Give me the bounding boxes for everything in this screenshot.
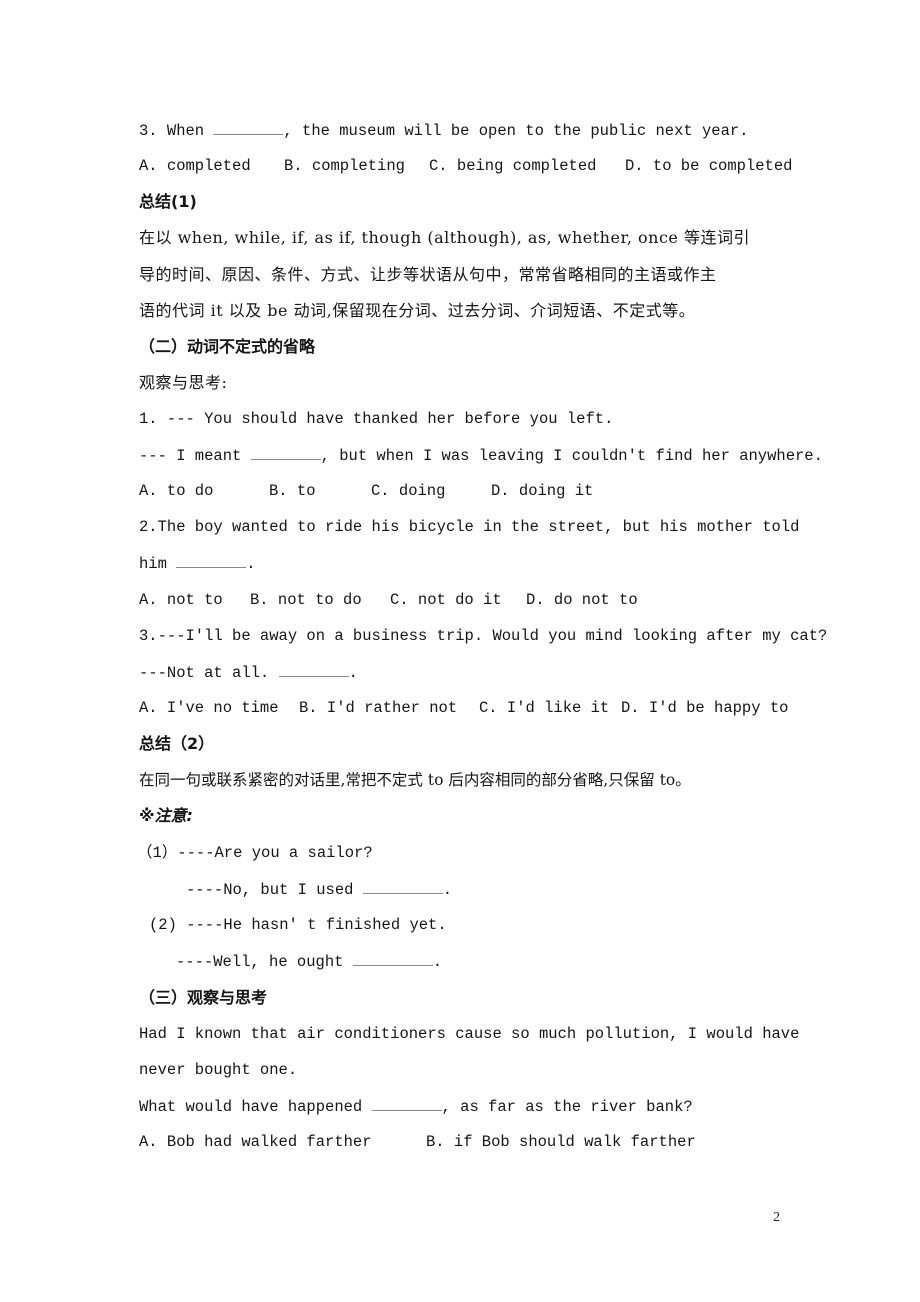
stem-text: --- I meant	[139, 447, 251, 465]
stem-text: , but when I was leaving I couldn't find…	[320, 447, 823, 465]
stem-text: .	[442, 881, 453, 899]
stem-text: ----Well, he ought	[176, 953, 353, 971]
option-d: D. doing it	[491, 482, 594, 500]
option-c: C. doing	[371, 482, 446, 500]
summary-1-line: 在以 when, while, if, as if, though (altho…	[139, 228, 750, 247]
answer-blank	[176, 553, 247, 568]
page-number: 2	[773, 1210, 780, 1225]
section-3-question: What would have happened , as far as the…	[139, 1096, 693, 1117]
summary-1-heading: 总结(1)	[139, 192, 197, 211]
section-2-heading: （二）动词不定式的省略	[139, 337, 316, 356]
section-3-options: A. Bob had walked farther B. if Bob shoul…	[139, 1132, 696, 1152]
stem-text: .	[246, 555, 256, 573]
note-2-question: (2) ----He hasn' t finished yet.	[149, 916, 447, 934]
stem-text: What would have happened	[139, 1098, 372, 1116]
answer-blank	[278, 662, 349, 677]
stem-text: ----No, but I used	[186, 881, 363, 899]
q1-options: A. to do B. to C. doing D. doing it	[139, 481, 593, 501]
observe-label: 观察与思考:	[139, 373, 228, 392]
section-3-example-line: never bought one.	[139, 1061, 298, 1079]
option-c: C. being completed	[429, 157, 597, 175]
q3-line-2: ---Not at all. .	[139, 662, 358, 683]
q2-line-1: 2.The boy wanted to ride his bicycle in …	[139, 518, 800, 536]
q1-line-1: 1. --- You should have thanked her befor…	[139, 410, 614, 428]
option-b: B. completing	[284, 157, 405, 175]
answer-blank	[352, 951, 433, 966]
option-a: A. not to	[139, 591, 223, 609]
question-3-options: A. completed B. completing C. being comple…	[139, 156, 792, 176]
answer-blank	[213, 120, 284, 135]
q1-line-2: --- I meant , but when I was leaving I c…	[139, 445, 823, 466]
note-1-answer: ----No, but I used .	[186, 879, 452, 900]
stem-text: 3. When	[139, 122, 214, 140]
q3-line-1: 3.---I'll be away on a business trip. Wo…	[139, 627, 828, 645]
note-1-question: （1）----Are you a sailor?	[137, 844, 373, 862]
option-d: D. do not to	[526, 591, 638, 609]
q3-options: A. I've no time B. I'd rather not C. I'd l…	[139, 698, 788, 718]
q2-options: A. not to B. not to do C. not do it D. do n…	[139, 590, 638, 610]
option-b: B. to	[269, 482, 316, 500]
option-a: A. completed	[139, 157, 251, 175]
summary-1-line: 语的代词 it 以及 be 动词,保留现在分词、过去分词、介词短语、不定式等。	[139, 301, 696, 320]
stem-text: .	[348, 664, 358, 682]
answer-blank	[250, 445, 321, 460]
document-page: 3. When , the museum will be open to the…	[0, 0, 920, 1302]
option-a: A. I've no time	[139, 699, 279, 717]
note-2-answer: ----Well, he ought .	[176, 951, 442, 972]
summary-2-text: 在同一句或联系紧密的对话里,常把不定式 to 后内容相同的部分省略,只保留 to…	[139, 771, 691, 789]
answer-blank	[371, 1096, 442, 1111]
question-3-stem: 3. When , the museum will be open to the…	[139, 120, 749, 141]
option-d: D. I'd be happy to	[621, 699, 789, 717]
answer-blank	[362, 879, 443, 894]
section-3-example-line: Had I known that air conditioners cause …	[139, 1025, 800, 1043]
option-a: A. Bob had walked farther	[139, 1133, 372, 1151]
summary-1-line: 导的时间、原因、条件、方式、让步等状语从句中，常常省略相同的主语或作主	[139, 265, 717, 284]
option-c: C. I'd like it	[479, 699, 610, 717]
section-3-heading: （三）观察与思考	[139, 988, 268, 1007]
note-heading: ※注意:	[139, 806, 193, 825]
option-b: B. not to do	[250, 591, 362, 609]
option-b: B. I'd rather not	[299, 699, 458, 717]
option-c: C. not do it	[390, 591, 502, 609]
option-b: B. if Bob should walk farther	[426, 1133, 696, 1151]
stem-text: .	[432, 953, 443, 971]
summary-2-heading: 总结（2）	[139, 734, 215, 753]
stem-text: ---Not at all.	[139, 664, 279, 682]
stem-text: , as far as the river bank?	[441, 1098, 693, 1116]
option-a: A. to do	[139, 482, 214, 500]
option-d: D. to be completed	[625, 157, 793, 175]
q2-line-2: him .	[139, 553, 256, 574]
stem-text: him	[139, 555, 177, 573]
stem-text: , the museum will be open to the public …	[283, 122, 749, 140]
